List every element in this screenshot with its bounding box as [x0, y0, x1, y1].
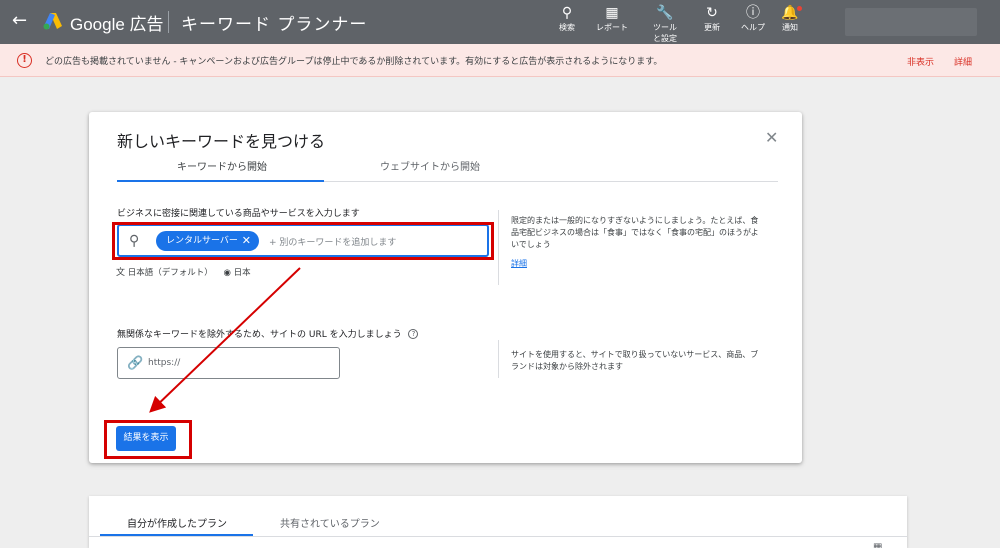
plans-card: 自分が作成したプラン 共有されているプラン ▦ [89, 496, 907, 548]
columns-icon[interactable]: ▦ [873, 542, 882, 548]
plans-tab-border [89, 536, 907, 537]
tab-my-plans[interactable]: 自分が作成したプラン [127, 515, 227, 530]
annotation-arrow [149, 267, 301, 413]
tab-shared-plans[interactable]: 共有されているプラン [280, 515, 380, 530]
plans-active-tab-indicator [100, 534, 253, 536]
